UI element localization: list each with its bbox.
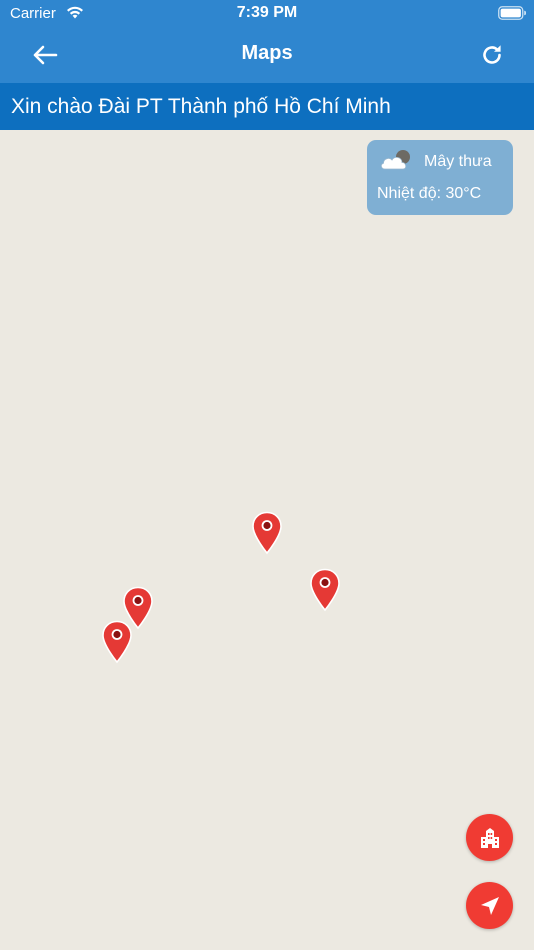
weather-card: Mây thưa Nhiệt độ: 30°C — [367, 140, 513, 215]
buildings-button[interactable] — [466, 814, 513, 861]
maps-screen: Carrier 7:39 PM Maps Xin chào Đài PT Thà… — [0, 0, 534, 950]
nav-bar: Maps — [0, 28, 534, 83]
page-title: Maps — [241, 42, 293, 64]
refresh-button[interactable] — [474, 39, 510, 71]
weather-description: Mây thưa — [424, 153, 492, 170]
greeting-bar: Xin chào Đài PT Thành phố Hồ Chí Minh — [0, 83, 534, 130]
building-icon — [480, 827, 499, 848]
partly-cloudy-icon — [380, 150, 410, 170]
status-time: 7:39 PM — [236, 4, 298, 21]
map-view[interactable] — [0, 130, 534, 950]
my-location-button[interactable] — [466, 882, 513, 929]
map-pin-icon[interactable] — [101, 620, 133, 664]
battery-icon — [498, 6, 526, 20]
navigation-arrow-icon — [480, 896, 499, 915]
map-pin-icon[interactable] — [309, 568, 341, 612]
greeting-text: Xin chào Đài PT Thành phố Hồ Chí Minh — [11, 95, 391, 118]
refresh-icon — [483, 45, 501, 64]
weather-temperature: Nhiệt độ: 30°C — [377, 185, 482, 202]
map-pin-icon[interactable] — [251, 511, 283, 555]
status-bar: Carrier 7:39 PM — [0, 0, 534, 28]
